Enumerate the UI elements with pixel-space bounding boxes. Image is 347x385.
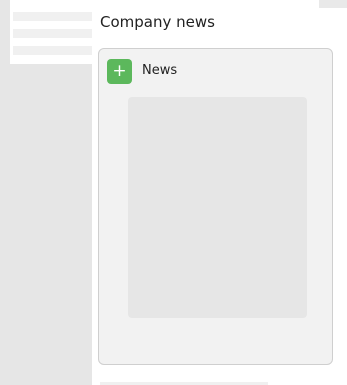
news-placeholder — [128, 97, 307, 318]
add-news-button[interactable]: + — [107, 59, 132, 84]
top-tab — [319, 0, 347, 8]
placeholder-line — [13, 12, 92, 21]
left-panel — [10, 0, 92, 64]
main-column: Company news + News — [92, 0, 347, 385]
news-card-title: News — [142, 63, 178, 78]
plus-icon: + — [112, 61, 127, 81]
placeholder-line — [13, 46, 92, 55]
news-card: + News — [98, 48, 333, 365]
section-title: Company news — [100, 13, 215, 31]
placeholder-line — [13, 29, 92, 38]
